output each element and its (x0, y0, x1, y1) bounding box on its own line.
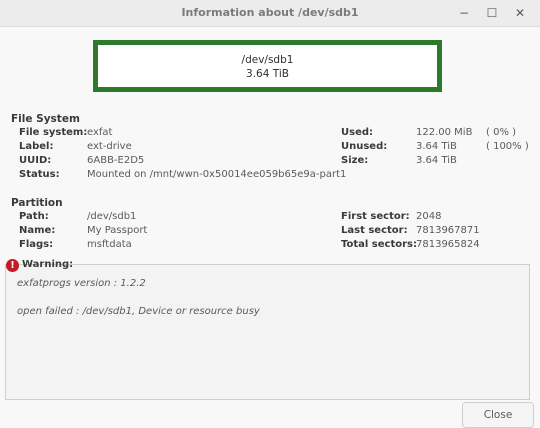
warning-line: exfatprogs version : 1.2.2 (17, 278, 146, 289)
partition-graphic: /dev/sdb1 3.64 TiB (93, 40, 442, 92)
field-value: /dev/sdb1 (87, 211, 137, 222)
usage-label: Unused: (341, 141, 388, 152)
field-label: File system: (19, 127, 88, 138)
field-label: Name: (19, 225, 56, 236)
sector-label: First sector: (341, 211, 410, 222)
sector-label: Total sectors: (341, 239, 417, 250)
usage-percent: ( 100% ) (486, 141, 529, 152)
partition-heading: Partition (11, 197, 63, 209)
partition-graphic-name: /dev/sdb1 (241, 54, 294, 66)
warning-line: open failed : /dev/sdb1, Device or resou… (17, 306, 260, 317)
maximize-icon[interactable]: ☐ (483, 4, 501, 22)
warning-label: Warning: (22, 259, 74, 270)
close-button[interactable]: Close (462, 402, 534, 428)
field-label: Status: (19, 169, 60, 180)
file-system-heading: File System (11, 113, 80, 125)
minimize-icon[interactable]: − (455, 4, 473, 22)
partition-graphic-size: 3.64 TiB (246, 68, 289, 80)
usage-value: 3.64 TiB (416, 141, 457, 152)
usage-value: 122.00 MiB (416, 127, 473, 138)
sector-label: Last sector: (341, 225, 408, 236)
usage-label: Size: (341, 155, 369, 166)
title-bar[interactable]: Information about /dev/sdb1 − ☐ ✕ (0, 0, 540, 27)
warning-messages[interactable]: exfatprogs version : 1.2.2 open failed :… (5, 264, 530, 400)
error-icon: ! (6, 259, 19, 272)
field-label: Flags: (19, 239, 54, 250)
usage-percent: ( 0% ) (486, 127, 517, 138)
sector-value: 7813965824 (416, 239, 480, 250)
field-value: exfat (87, 127, 113, 138)
field-value: msftdata (87, 239, 132, 250)
sector-value: 7813967871 (416, 225, 480, 236)
field-value: Mounted on /mnt/wwn-0x50014ee059b65e9a-p… (87, 169, 347, 180)
usage-label: Used: (341, 127, 374, 138)
close-window-icon[interactable]: ✕ (511, 4, 529, 22)
field-label: Path: (19, 211, 49, 222)
field-label: UUID: (19, 155, 52, 166)
field-label: Label: (19, 141, 54, 152)
info-dialog: Information about /dev/sdb1 − ☐ ✕ /dev/s… (0, 0, 540, 428)
usage-value: 3.64 TiB (416, 155, 457, 166)
sector-value: 2048 (416, 211, 442, 222)
field-value: 6ABB-E2D5 (87, 155, 145, 166)
field-value: My Passport (87, 225, 148, 236)
field-value: ext-drive (87, 141, 132, 152)
